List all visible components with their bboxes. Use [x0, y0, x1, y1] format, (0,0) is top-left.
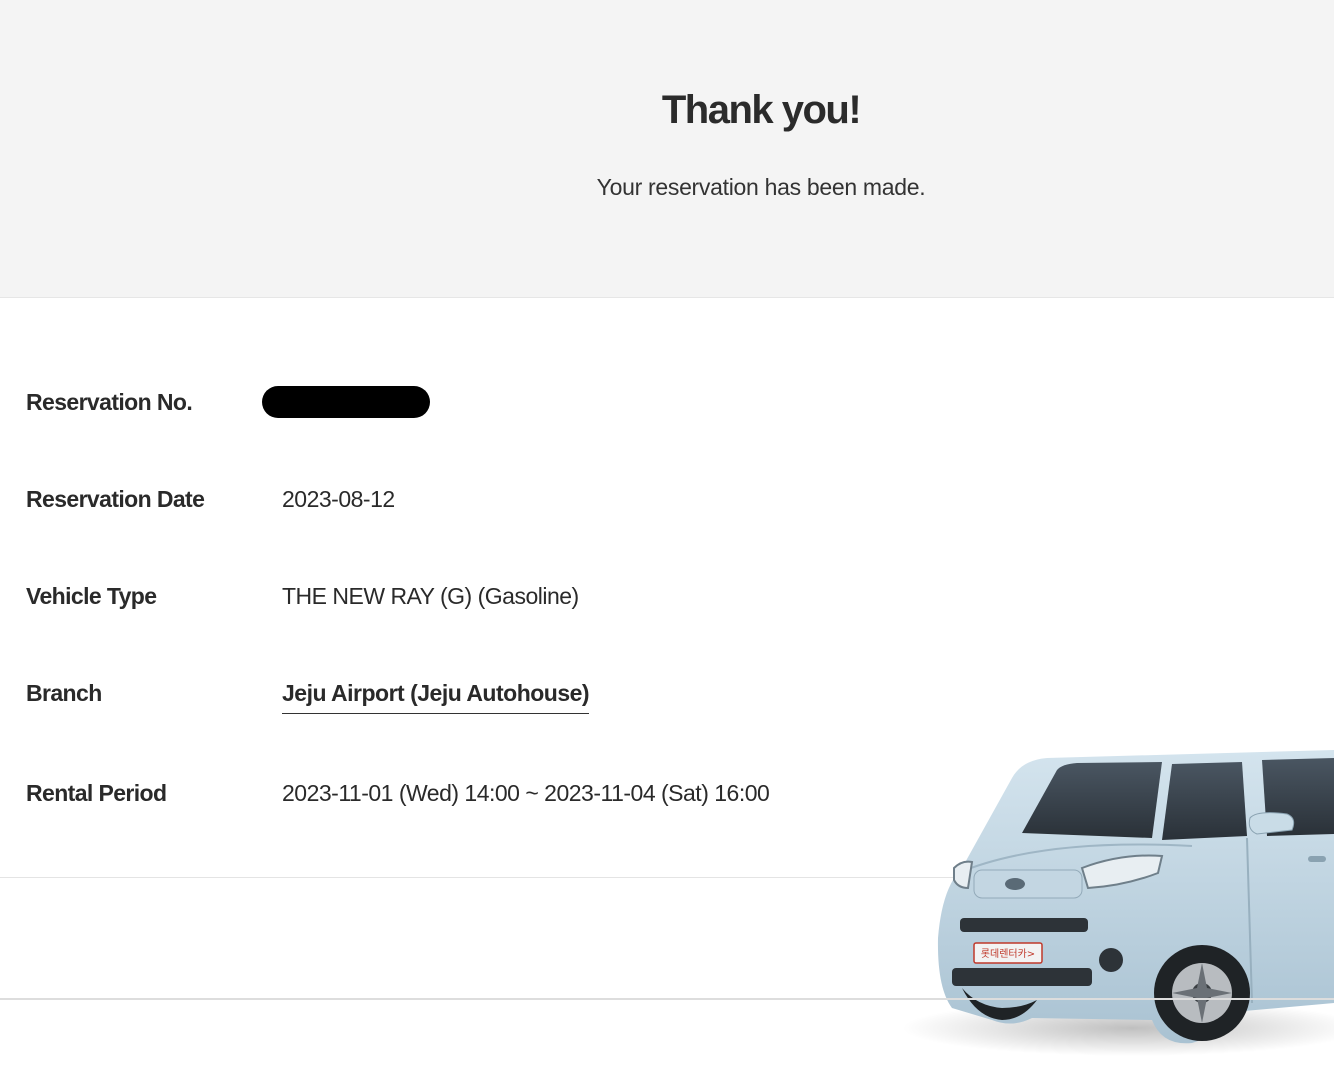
- reservation-date-value: 2023-08-12: [282, 486, 395, 512]
- reservation-date-label: Reservation Date: [26, 486, 205, 512]
- branch-link[interactable]: Jeju Airport (Jeju Autohouse): [282, 680, 590, 714]
- reservation-no-redacted: [262, 386, 430, 418]
- reservation-no-label: Reservation No.: [26, 389, 193, 415]
- plate-text: 롯데렌터카>: [981, 948, 1035, 960]
- rental-period-row: Rental Period 2023-11-01 (Wed) 14:00 ~ 2…: [0, 780, 860, 820]
- branch-label: Branch: [26, 680, 102, 706]
- rental-period-value: 2023-11-01 (Wed) 14:00 ~ 2023-11-04 (Sat…: [282, 780, 770, 806]
- branch-row: Branch Jeju Airport (Jeju Autohouse): [0, 680, 860, 720]
- vehicle-type-row: Vehicle Type THE NEW RAY (G) (Gasoline): [0, 583, 860, 623]
- confirmation-message: Your reservation has been made.: [596, 174, 926, 200]
- vehicle-type-value: THE NEW RAY (G) (Gasoline): [282, 583, 579, 609]
- car-image: 롯데렌터카>: [902, 750, 1334, 1056]
- reservation-details: Reservation No. Reservation Date 2023-08…: [0, 298, 1334, 1056]
- reservation-no-row: Reservation No.: [0, 389, 860, 429]
- vehicle-type-label: Vehicle Type: [26, 583, 157, 609]
- reservation-date-row: Reservation Date 2023-08-12: [0, 486, 860, 526]
- confirmation-header: Thank you! Your reservation has been mad…: [0, 0, 1334, 298]
- rental-period-label: Rental Period: [26, 780, 167, 806]
